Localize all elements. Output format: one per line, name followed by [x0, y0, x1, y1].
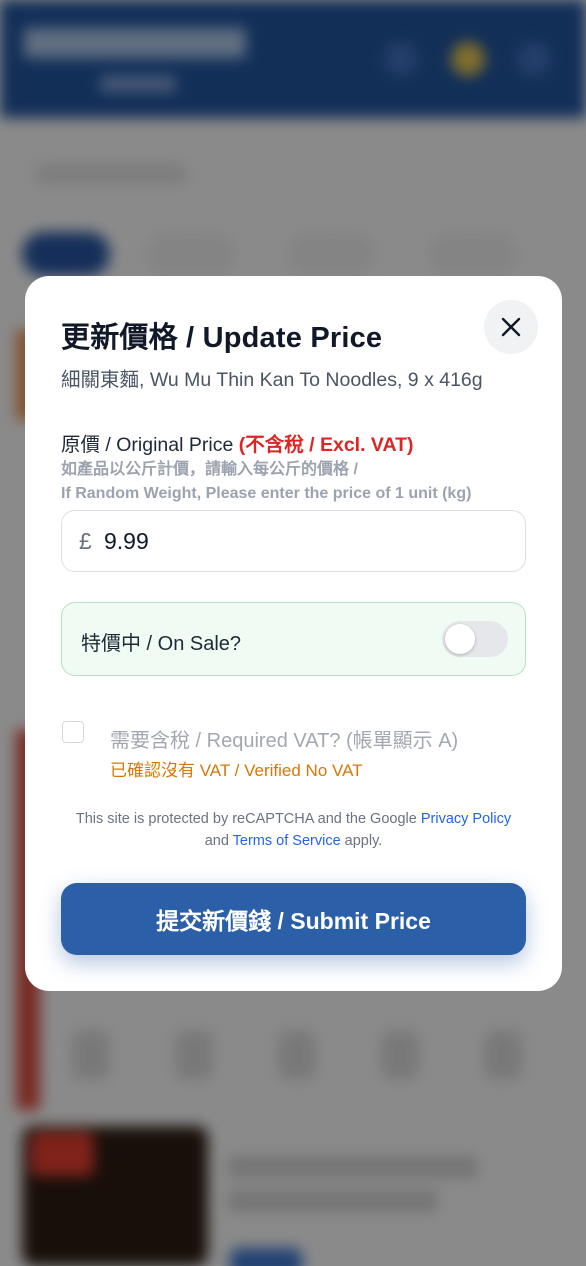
recaptcha-notice: This site is protected by reCAPTCHA and …	[61, 808, 526, 852]
price-hint: 如產品以公斤計價，請輸入每公斤的價格 / If Random Weight, P…	[61, 458, 471, 506]
price-field[interactable]: £	[61, 510, 526, 572]
on-sale-box: 特價中 / On Sale?	[61, 602, 526, 676]
price-input[interactable]	[104, 521, 484, 561]
modal-title: 更新價格 / Update Price	[61, 322, 383, 354]
recaptcha-text: apply.	[340, 833, 383, 849]
recaptcha-text: and	[204, 833, 233, 849]
vat-verified-status: 已確認沒有 VAT / Verified No VAT	[110, 761, 363, 780]
terms-of-service-link[interactable]: Terms of Service	[233, 833, 341, 849]
price-hint-line: 如產品以公斤計價，請輸入每公斤的價格 /	[61, 461, 358, 478]
price-hint-line: If Random Weight, Please enter the price…	[61, 485, 472, 502]
product-name: 細關東麵, Wu Mu Thin Kan To Noodles, 9 x 416…	[61, 369, 483, 391]
update-price-modal: 更新價格 / Update Price 細關東麵, Wu Mu Thin Kan…	[25, 276, 562, 991]
required-vat-label: 需要含稅 / Required VAT? (帳單顯示 A)	[110, 730, 459, 752]
on-sale-toggle[interactable]	[442, 621, 508, 657]
original-price-label-text: 原價 / Original Price	[61, 434, 239, 456]
original-price-label: 原價 / Original Price (不含稅 / Excl. VAT)	[61, 428, 414, 457]
currency-symbol: £	[79, 528, 92, 554]
privacy-policy-link[interactable]: Privacy Policy	[421, 811, 511, 827]
close-icon	[501, 317, 521, 337]
recaptcha-text: This site is protected by reCAPTCHA and …	[75, 811, 421, 827]
submit-price-button[interactable]: 提交新價錢 / Submit Price	[61, 883, 526, 955]
toggle-knob	[445, 624, 475, 654]
on-sale-label: 特價中 / On Sale?	[81, 633, 242, 655]
close-button[interactable]	[484, 300, 538, 354]
required-vat-checkbox[interactable]	[62, 721, 84, 743]
excl-vat-note: (不含稅 / Excl. VAT)	[238, 434, 414, 456]
